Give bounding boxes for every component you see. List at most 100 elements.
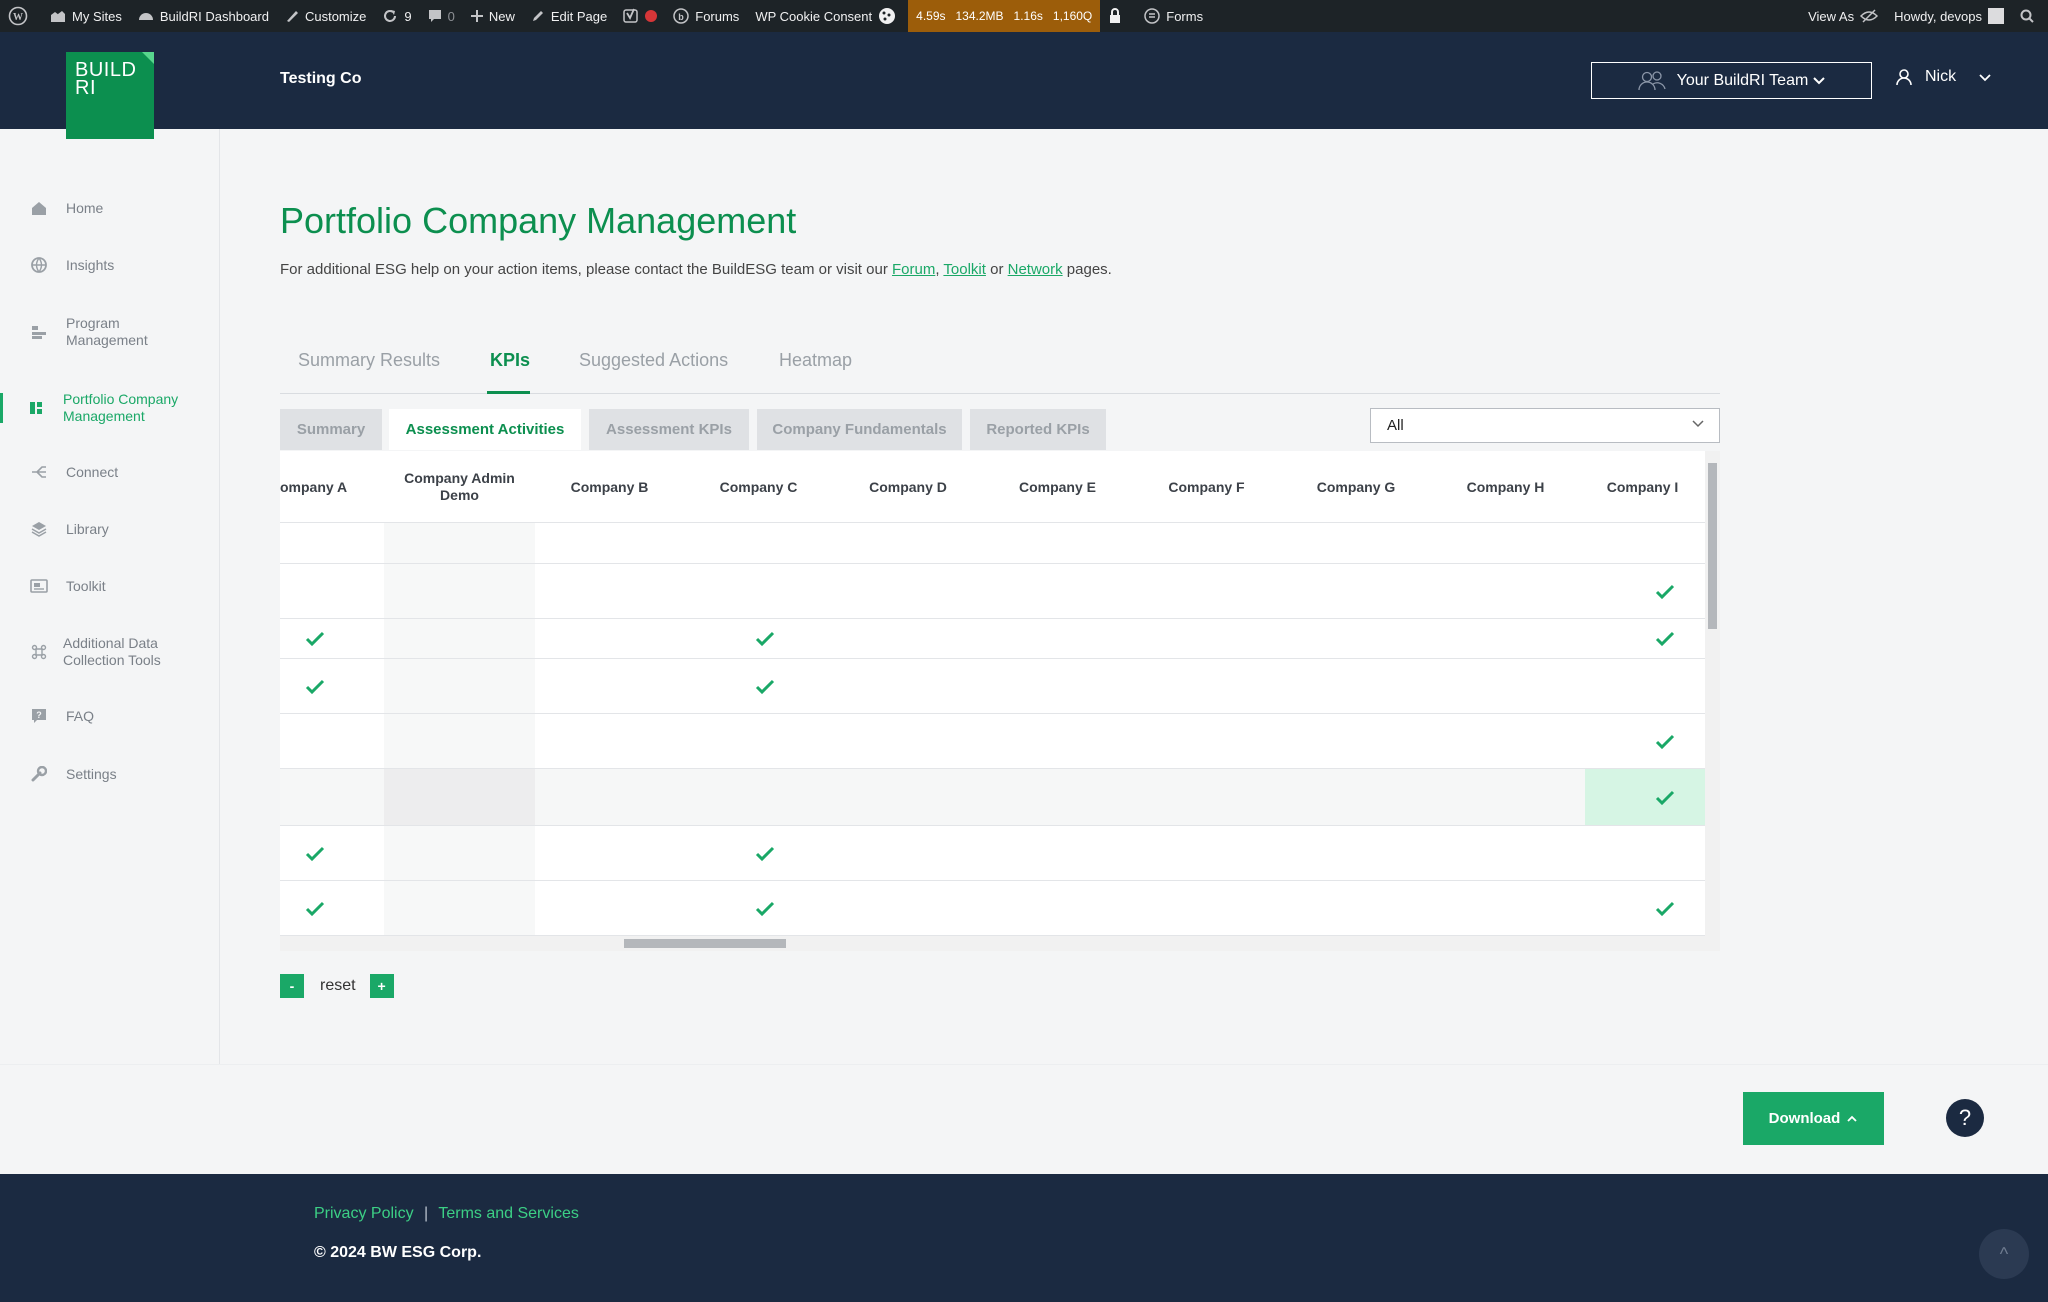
sidebar-item-toolkit[interactable]: Toolkit: [0, 577, 220, 595]
horizontal-scroll-thumb[interactable]: [624, 939, 786, 948]
checkmark-icon: [755, 901, 775, 916]
sidebar-item-connect[interactable]: Connect: [0, 463, 220, 481]
forum-link[interactable]: Forum: [892, 261, 935, 278]
active-indicator: [0, 393, 3, 423]
subtab-assessment-kpis[interactable]: Assessment KPIs: [589, 409, 749, 450]
chevron-up-icon: [1847, 1115, 1857, 1122]
buildri-logo[interactable]: BUILD RI: [66, 52, 154, 139]
logo-corner-accent: [142, 52, 154, 64]
edit-page-link[interactable]: Edit Page: [523, 0, 615, 32]
sidebar-item-additional-data-collection-tools[interactable]: Additional Data Collection Tools: [0, 635, 220, 669]
sidebar-item-portfolio-company-management[interactable]: Portfolio Company Management: [0, 391, 220, 425]
cookie-consent-link[interactable]: WP Cookie Consent: [747, 0, 904, 32]
forms-label: Forms: [1166, 8, 1204, 24]
vertical-scroll-thumb[interactable]: [1708, 463, 1717, 629]
forms-link[interactable]: Forms: [1136, 0, 1211, 32]
subtab-reported-kpis[interactable]: Reported KPIs: [970, 409, 1106, 450]
logo-text-line2: RI: [75, 77, 96, 99]
copyright: © 2024 BW ESG Corp.: [314, 1244, 482, 1261]
forums-link[interactable]: b Forums: [665, 0, 747, 32]
network-link[interactable]: Network: [1008, 261, 1063, 278]
help-button[interactable]: ?: [1946, 1099, 1984, 1137]
column-header[interactable]: Company C: [684, 451, 833, 523]
layers-icon: [30, 520, 48, 538]
comments-link[interactable]: 0: [420, 0, 463, 32]
table-row[interactable]: [280, 564, 1705, 619]
table-row[interactable]: [280, 523, 1705, 564]
column-header[interactable]: Company G: [1281, 451, 1431, 523]
perf-memory: 134.2MB: [955, 9, 1004, 23]
checkmark-icon: [755, 846, 775, 861]
vertical-scrollbar[interactable]: [1705, 451, 1720, 936]
zoom-in-button[interactable]: +: [369, 974, 394, 998]
new-content-link[interactable]: New: [463, 0, 523, 32]
column-header[interactable]: Company D: [833, 451, 983, 523]
dashboard-link[interactable]: BuildRI Dashboard: [130, 0, 277, 32]
admin-bar: W My Sites BuildRI Dashboard Customize 9…: [0, 0, 2048, 32]
lock-icon[interactable]: [1100, 0, 1136, 32]
team-dropdown-button[interactable]: Your BuildRI Team: [1591, 62, 1872, 99]
subtab-summary[interactable]: Summary: [280, 409, 382, 450]
table-row[interactable]: [280, 769, 1705, 826]
tab-kpis[interactable]: KPIs: [490, 350, 530, 371]
highlighted-cell[interactable]: [1585, 769, 1705, 825]
query-monitor-stats[interactable]: 4.59s 134.2MB 1.16s 1,160Q: [908, 0, 1101, 32]
sidebar-item-settings[interactable]: Settings: [0, 765, 220, 783]
zoom-reset-button[interactable]: reset: [320, 977, 356, 995]
my-sites-label: My Sites: [72, 8, 122, 24]
column-header[interactable]: Company F: [1132, 451, 1281, 523]
updates-link[interactable]: 9: [374, 0, 419, 32]
tab-heatmap[interactable]: Heatmap: [779, 350, 852, 371]
sidebar-item-home[interactable]: Home: [0, 199, 220, 217]
horizontal-scrollbar[interactable]: [280, 936, 1720, 951]
program-icon: [30, 323, 48, 341]
download-button[interactable]: Download: [1743, 1092, 1884, 1145]
column-header[interactable]: Company I: [1580, 451, 1705, 523]
dashboard-icon: [138, 13, 153, 20]
sidebar-item-program-management[interactable]: Program Management: [0, 315, 220, 349]
subtab-assessment-activities[interactable]: Assessment Activities: [389, 409, 581, 450]
tab-summary-results[interactable]: Summary Results: [298, 350, 440, 371]
tab-suggested-actions[interactable]: Suggested Actions: [579, 350, 728, 371]
team-button-label: Your BuildRI Team: [1676, 71, 1809, 89]
table-row[interactable]: [280, 714, 1705, 769]
eye-slash-icon: [1860, 9, 1879, 23]
subtab-company-fundamentals[interactable]: Company Fundamentals: [757, 409, 962, 450]
table-row[interactable]: [280, 619, 1705, 659]
table-header: ompany A Company Admin Demo Company B Compa…: [280, 451, 1705, 523]
cookie-icon: [879, 8, 896, 24]
my-sites-link[interactable]: My Sites: [42, 0, 130, 32]
table-row[interactable]: [280, 881, 1705, 936]
column-header[interactable]: Company Admin Demo: [384, 451, 535, 523]
dashboard-label: BuildRI Dashboard: [159, 8, 269, 24]
company-filter-select[interactable]: All: [1370, 408, 1720, 443]
checkmark-icon: [755, 631, 775, 647]
table-row[interactable]: [280, 826, 1705, 881]
column-header[interactable]: Company B: [535, 451, 684, 523]
zoom-out-button[interactable]: -: [280, 974, 304, 998]
sidebar-item-label: Insights: [66, 256, 115, 273]
customize-link[interactable]: Customize: [277, 0, 374, 32]
terms-link[interactable]: Terms and Services: [438, 1205, 579, 1222]
view-as-link[interactable]: View As: [1800, 0, 1886, 32]
wordpress-logo-icon[interactable]: W: [0, 0, 42, 32]
checkmark-icon: [1655, 790, 1675, 805]
toolkit-link[interactable]: Toolkit: [943, 261, 986, 278]
column-header[interactable]: Company E: [983, 451, 1132, 523]
back-to-top-button[interactable]: ^: [1979, 1229, 2029, 1279]
seo-menu[interactable]: [615, 0, 665, 32]
column-header[interactable]: ompany A: [280, 451, 384, 523]
hover-cell-shade: [384, 769, 535, 825]
sidebar-item-insights[interactable]: Insights: [0, 256, 220, 274]
table-row[interactable]: [280, 659, 1705, 714]
company-name: Testing Co: [280, 70, 362, 87]
account-menu[interactable]: Howdy, devops: [1886, 0, 2012, 32]
sidebar-item-library[interactable]: Library: [0, 520, 220, 538]
privacy-policy-link[interactable]: Privacy Policy: [314, 1205, 414, 1222]
admin-search[interactable]: [2012, 0, 2048, 32]
faq-icon: ?: [30, 707, 48, 725]
user-menu[interactable]: Nick: [1895, 68, 1992, 86]
column-header[interactable]: Company H: [1431, 451, 1580, 523]
sidebar-item-faq[interactable]: ? FAQ: [0, 707, 220, 725]
sidebar-item-label: Program Management: [66, 315, 148, 348]
